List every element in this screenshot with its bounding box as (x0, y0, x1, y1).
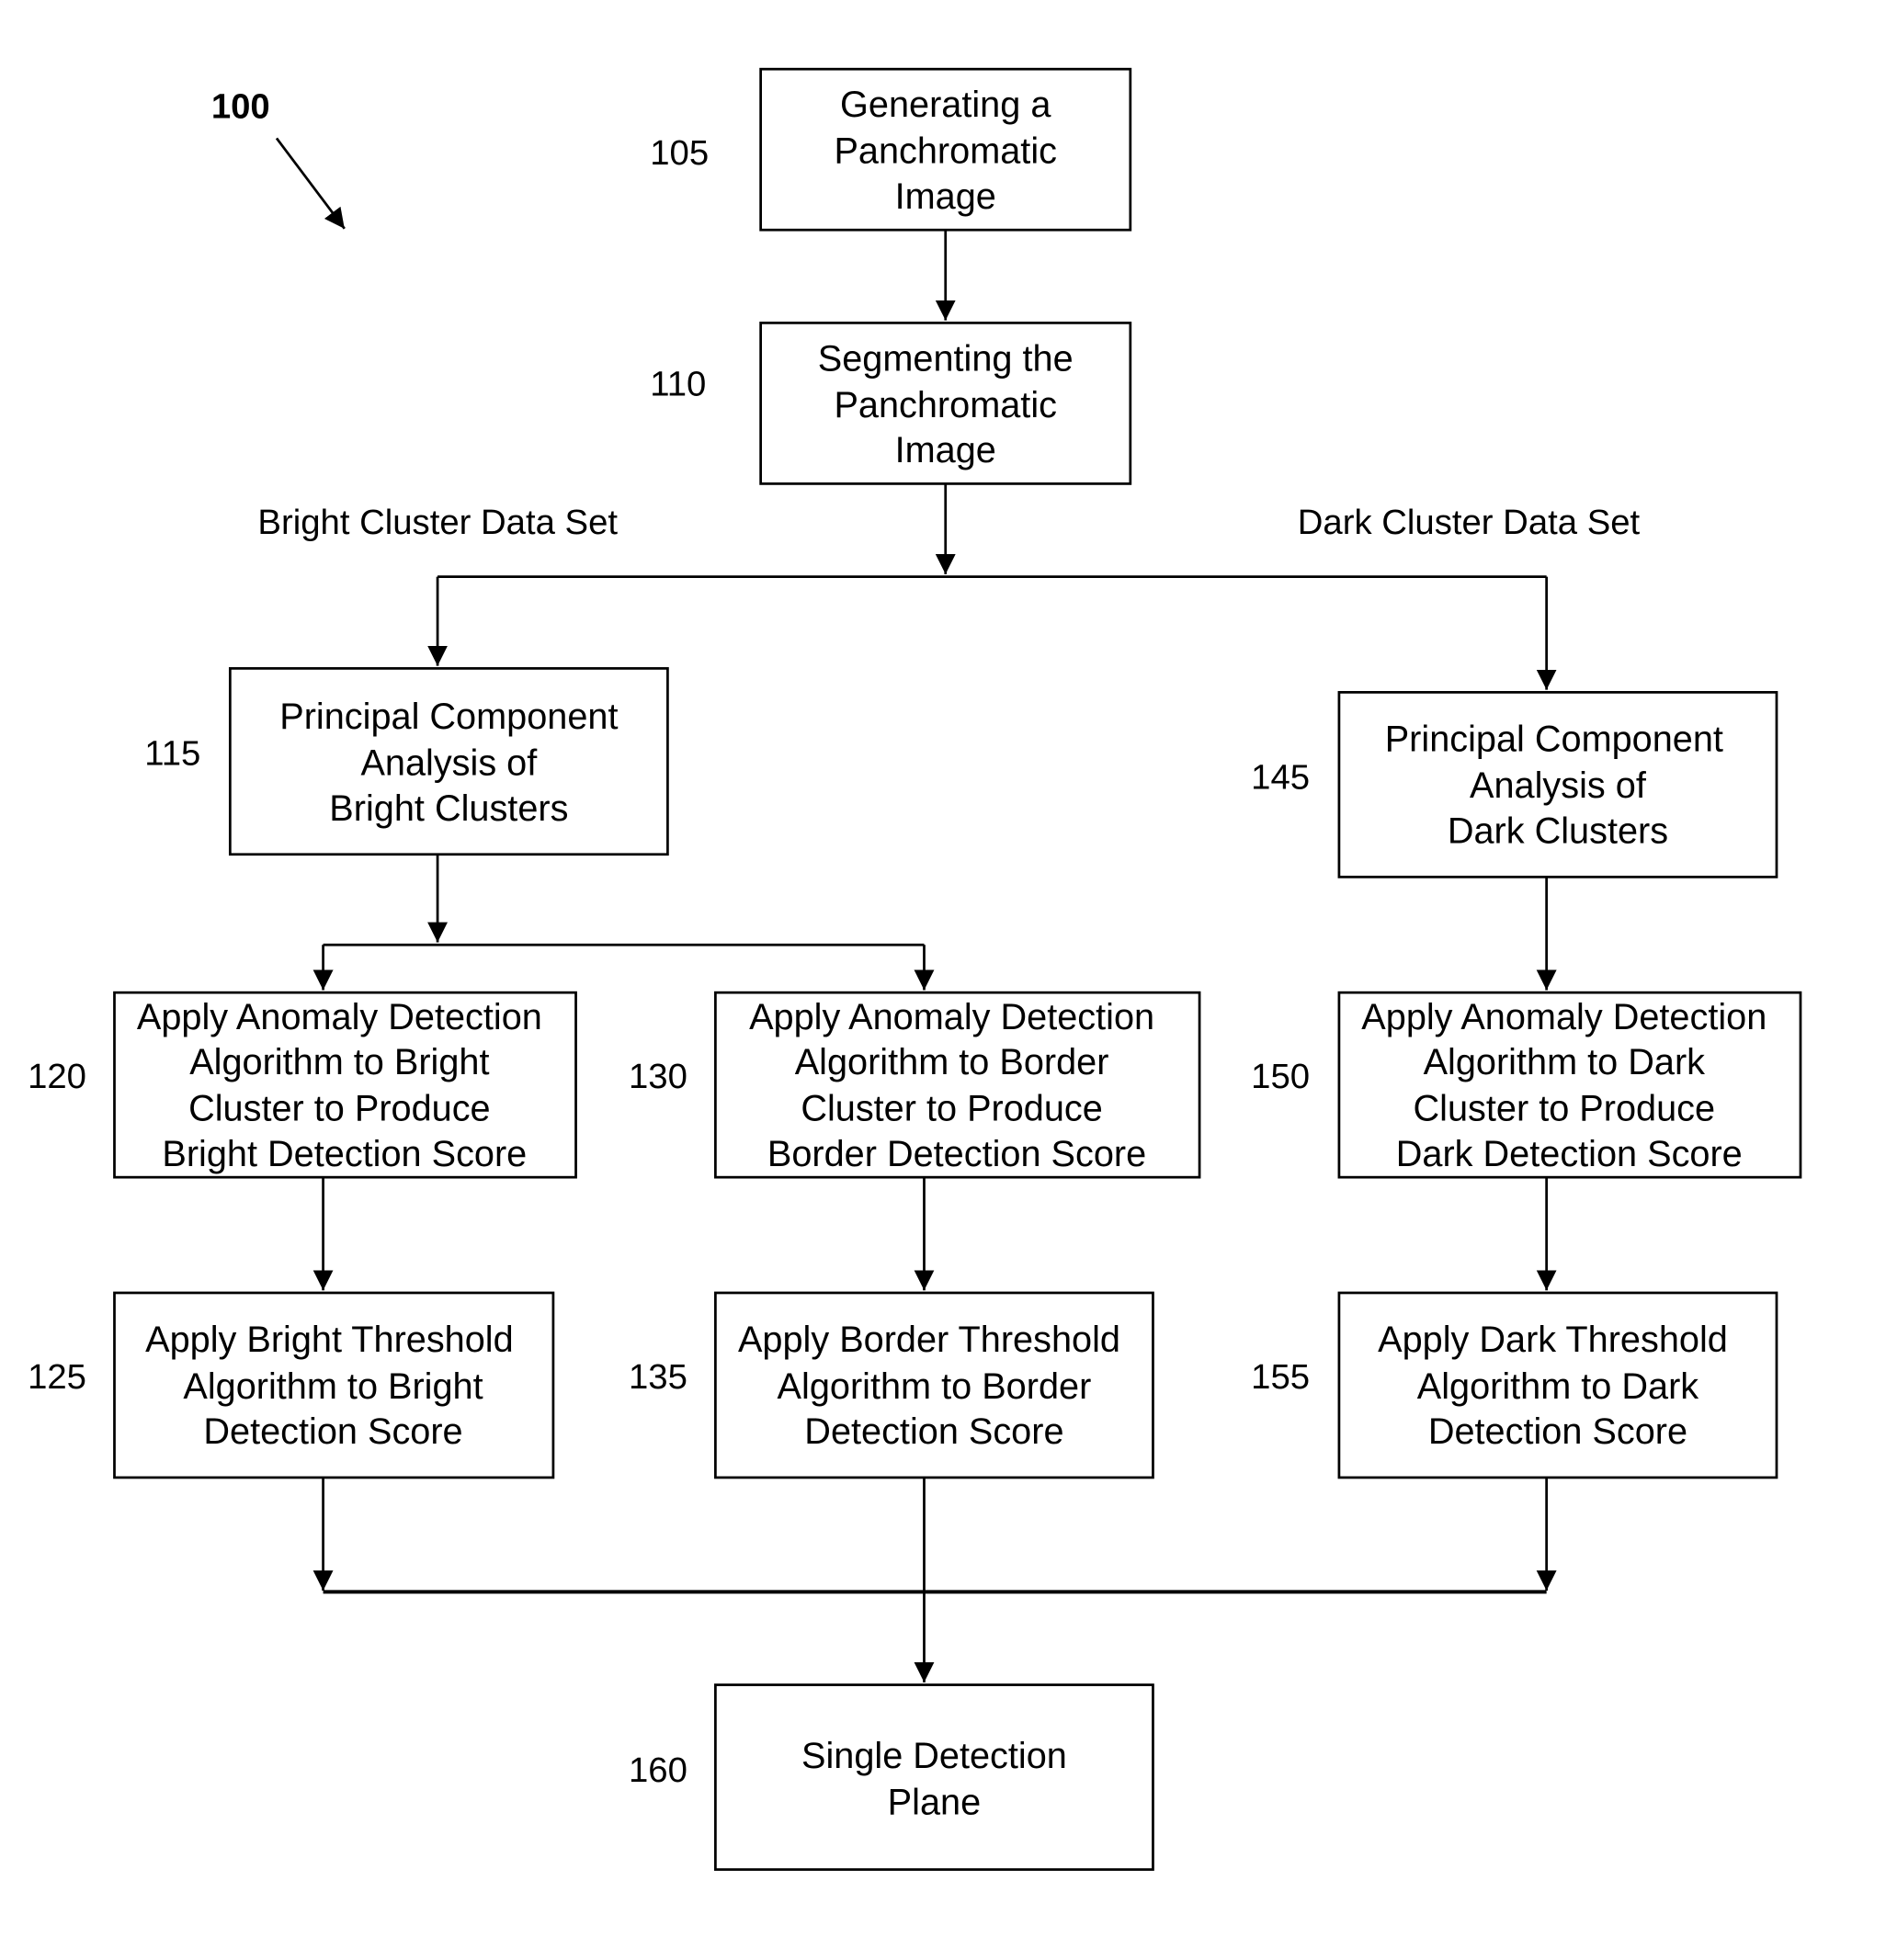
step-text-line: Algorithm to Dark (1417, 1366, 1699, 1407)
step-text-line: Apply Anomaly Detection (1361, 997, 1767, 1037)
step-text-line: Single Detection (801, 1736, 1067, 1776)
step-text-line: Panchromatic (834, 385, 1057, 425)
step-text-line: Apply Border Threshold (738, 1320, 1120, 1360)
step-ref: 105 (650, 133, 709, 173)
figure-pointer-arrow (275, 137, 346, 230)
step-text-line: Apply Anomaly Detection (137, 997, 542, 1037)
step-155: 155 Apply Dark Threshold Algorithm to Da… (1251, 1291, 1778, 1479)
step-text-line: Principal Component (1385, 719, 1723, 760)
step-text-line: Generating a (840, 85, 1051, 125)
step-text-line: Algorithm to Border (778, 1366, 1092, 1407)
step-110: 110 Segmenting the Panchromatic Image (650, 322, 1132, 485)
step-120: 120 Apply Anomaly Detection Algorithm to… (28, 991, 577, 1179)
step-text-line: Apply Dark Threshold (1378, 1320, 1728, 1360)
step-135: 135 Apply Border Threshold Algorithm to … (629, 1291, 1154, 1479)
step-ref: 115 (144, 734, 200, 774)
figure-label: 100 (211, 87, 270, 127)
step-text-line: Bright Detection Score (162, 1134, 527, 1174)
step-text-line: Apply Bright Threshold (145, 1320, 514, 1360)
step-ref: 155 (1251, 1357, 1310, 1397)
step-125: 125 Apply Bright Threshold Algorithm to … (28, 1291, 555, 1479)
step-105: 105 Generating a Panchromatic Image (650, 67, 1132, 232)
step-text-line: Algorithm to Dark (1424, 1042, 1706, 1082)
step-text-line: Image (895, 176, 996, 217)
step-text-line: Bright Clusters (329, 788, 568, 829)
step-ref: 120 (28, 1057, 86, 1096)
step-ref: 160 (629, 1750, 687, 1790)
step-text-line: Principal Component (279, 697, 618, 737)
step-text-line: Dark Clusters (1448, 810, 1668, 851)
step-text-line: Analysis of (1470, 765, 1647, 806)
dark-cluster-data-set-label: Dark Cluster Data Set (1298, 503, 1641, 542)
step-ref: 150 (1251, 1057, 1310, 1096)
step-ref: 125 (28, 1357, 86, 1397)
flowchart: 100 Bright Cluster Data Set Dark Cluster… (28, 67, 1802, 1871)
step-text-line: Cluster to Produce (1414, 1089, 1716, 1129)
step-ref: 110 (650, 365, 706, 404)
step-text-line: Cluster to Produce (188, 1089, 491, 1129)
step-160: 160 Single Detection Plane (629, 1683, 1154, 1871)
step-115: 115 Principal Component Analysis of Brig… (144, 667, 669, 856)
bright-cluster-data-set-label: Bright Cluster Data Set (257, 503, 618, 542)
step-text-line: Image (895, 430, 996, 470)
step-text-line: Segmenting the (818, 338, 1074, 379)
step-text-line: Detection Score (1428, 1411, 1687, 1452)
step-text-line: Detection Score (203, 1411, 462, 1452)
step-145: 145 Principal Component Analysis of Dark… (1251, 691, 1778, 878)
step-150: 150 Apply Anomaly Detection Algorithm to… (1251, 991, 1802, 1179)
step-text-line: Dark Detection Score (1396, 1134, 1743, 1174)
step-text-line: Apply Anomaly Detection (749, 997, 1154, 1037)
step-text-line: Panchromatic (834, 131, 1057, 172)
step-text-line: Algorithm to Bright (183, 1366, 483, 1407)
step-130: 130 Apply Anomaly Detection Algorithm to… (629, 991, 1201, 1179)
step-text-line: Border Detection Score (767, 1134, 1146, 1174)
step-text-line: Plane (888, 1782, 981, 1822)
step-ref: 135 (629, 1357, 687, 1397)
step-text-line: Analysis of (360, 743, 538, 784)
step-text-line: Cluster to Produce (801, 1089, 1103, 1129)
step-text-line: Algorithm to Bright (189, 1042, 489, 1082)
step-ref: 145 (1251, 758, 1310, 798)
step-text-line: Algorithm to Border (795, 1042, 1109, 1082)
step-ref: 130 (629, 1057, 687, 1096)
step-text-line: Detection Score (804, 1411, 1063, 1452)
